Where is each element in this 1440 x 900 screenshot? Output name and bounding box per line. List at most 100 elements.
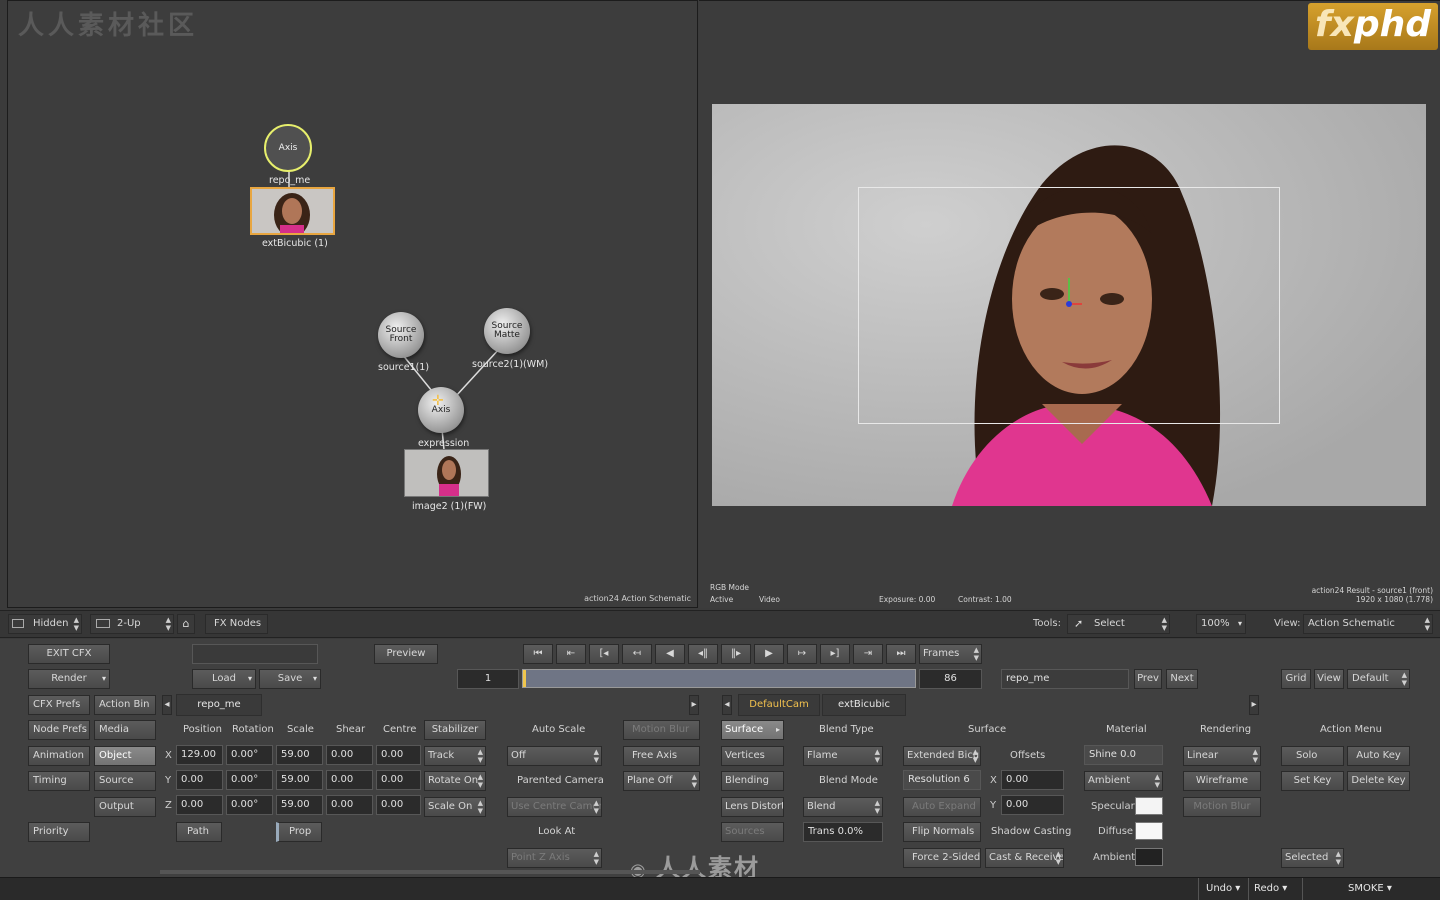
panel-scrollbar[interactable] <box>160 870 700 874</box>
go-to-end-icon[interactable]: ⏭ <box>886 644 916 664</box>
selected-dropdown[interactable]: Selected ▲ ▼ <box>1281 848 1344 868</box>
stop-icon[interactable]: ‖▸ <box>721 644 751 664</box>
render-motion-blur-button[interactable]: Motion Blur <box>1183 797 1261 817</box>
set-key-button[interactable]: Set Key <box>1281 771 1344 791</box>
tab-scroll-left-icon[interactable]: ◂ <box>162 695 172 715</box>
offset-x-field[interactable]: 0.00 <box>1001 770 1064 790</box>
tab-scroll-right-icon[interactable]: ▸ <box>689 695 699 715</box>
sources-button[interactable]: Sources <box>721 822 784 842</box>
next-keyframe-icon[interactable]: ⇥ <box>853 644 883 664</box>
position-z-field[interactable]: 0.00 <box>176 795 223 815</box>
path-button[interactable]: Path <box>176 822 222 842</box>
centre-z-field[interactable]: 0.00 <box>376 795 421 815</box>
in-point-icon[interactable]: [◂ <box>589 644 619 664</box>
scale-z-field[interactable]: 59.00 <box>276 795 323 815</box>
source-button[interactable]: Source <box>94 771 156 791</box>
rotation-x-field[interactable]: 0.00° <box>226 745 273 765</box>
save-dropdown[interactable]: Save ▾ <box>259 669 321 689</box>
scale-y-field[interactable]: 59.00 <box>276 770 323 790</box>
exit-cfx-button[interactable]: EXIT CFX <box>28 644 110 664</box>
timing-button[interactable]: Timing <box>28 771 90 791</box>
play-reverse-icon[interactable]: ◂‖ <box>688 644 718 664</box>
node-name-field[interactable]: repo_me <box>1001 669 1129 689</box>
jump-back-icon[interactable]: ↤ <box>622 644 652 664</box>
wireframe-button[interactable]: Wireframe <box>1183 771 1261 791</box>
jump-forward-icon[interactable]: ↦ <box>787 644 817 664</box>
name-field[interactable] <box>192 644 318 664</box>
auto-key-button[interactable]: Auto Key <box>1347 746 1410 766</box>
blending-button[interactable]: Blending <box>721 771 784 791</box>
auto-scale-dropdown[interactable]: Off ▲ ▼ <box>507 746 602 766</box>
linear-dropdown[interactable]: Linear ▲ ▼ <box>1183 746 1261 766</box>
media-button[interactable]: Media <box>94 720 156 740</box>
home-icon[interactable]: ⌂ <box>177 614 195 634</box>
offset-y-field[interactable]: 0.00 <box>1001 795 1064 815</box>
object-button[interactable]: Object <box>94 746 156 766</box>
shear-x-field[interactable]: 0.00 <box>326 745 373 765</box>
grid-button[interactable]: Grid <box>1281 669 1311 689</box>
fx-nodes-button[interactable]: FX Nodes <box>205 614 268 634</box>
frames-dropdown[interactable]: Frames ▲ ▼ <box>919 644 982 664</box>
position-x-field[interactable]: 129.00 <box>176 745 223 765</box>
load-dropdown[interactable]: Load ▾ <box>192 669 256 689</box>
tab-defaultcam[interactable]: DefaultCam <box>738 694 820 716</box>
plane-off-dropdown[interactable]: Plane Off ▲ ▼ <box>623 771 700 791</box>
result-viewer[interactable]: fxphd RGB Mode Active Video Exposure: 0.… <box>699 0 1440 608</box>
frame-start-field[interactable]: 1 <box>457 669 519 689</box>
shine-field[interactable]: Shine 0.0 <box>1084 745 1163 765</box>
image-node[interactable] <box>404 449 489 497</box>
timeline-scrubber[interactable] <box>522 669 916 688</box>
output-button[interactable]: Output <box>94 797 156 817</box>
scale-x-field[interactable]: 59.00 <box>276 745 323 765</box>
stabilizer-button[interactable]: Stabilizer <box>424 720 486 740</box>
animation-button[interactable]: Animation <box>28 746 90 766</box>
flip-normals-button[interactable]: Flip Normals <box>903 822 981 842</box>
axis-manipulator-icon[interactable] <box>1062 272 1082 312</box>
render-dropdown[interactable]: Render ▾ <box>28 669 110 689</box>
use-centre-camera-dropdown[interactable]: Use Centre Camer ▲ ▼ <box>507 797 602 817</box>
extended-bicubic-dropdown[interactable]: Extended Bicubi ▲ ▼ <box>903 746 981 766</box>
next-button[interactable]: Next <box>1166 669 1198 689</box>
lens-distort-button[interactable]: Lens Distort <box>721 797 784 817</box>
delete-key-button[interactable]: Delete Key <box>1347 771 1410 791</box>
solo-button[interactable]: Solo <box>1281 746 1344 766</box>
shear-z-field[interactable]: 0.00 <box>326 795 373 815</box>
surface-tab-scroll-left-icon[interactable]: ◂ <box>722 695 732 715</box>
undo-button[interactable]: Undo ▾ <box>1206 883 1240 894</box>
step-forward-icon[interactable]: ▶ <box>754 644 784 664</box>
rotation-y-field[interactable]: 0.00° <box>226 770 273 790</box>
priority-button[interactable]: Priority <box>28 822 90 842</box>
vertices-button[interactable]: Vertices <box>721 746 784 766</box>
source-matte-node[interactable]: Source Matte <box>484 308 530 354</box>
shear-y-field[interactable]: 0.00 <box>326 770 373 790</box>
resolution-field[interactable]: Resolution 6 <box>903 770 981 790</box>
view-button[interactable]: View <box>1314 669 1344 689</box>
position-y-field[interactable]: 0.00 <box>176 770 223 790</box>
cast-receive-dropdown[interactable]: Cast & Receive ▲ ▼ <box>985 848 1064 868</box>
track-toggle[interactable]: Track ▲ ▼ <box>424 746 486 766</box>
redo-button[interactable]: Redo ▾ <box>1254 883 1287 894</box>
centre-x-field[interactable]: 0.00 <box>376 745 421 765</box>
auto-expand-button[interactable]: Auto Expand <box>903 797 981 817</box>
prev-button[interactable]: Prev <box>1134 669 1162 689</box>
view-dropdown[interactable]: Action Schematic ▲ ▼ <box>1303 614 1433 634</box>
transparency-field[interactable]: Trans 0.0% <box>803 822 883 842</box>
surface-button[interactable]: Surface ▸ <box>721 720 784 740</box>
tab-extbicubic[interactable]: extBicubic <box>822 694 906 716</box>
preview-button[interactable]: Preview <box>374 644 438 664</box>
scale-on-toggle[interactable]: Scale On ▲ ▼ <box>424 797 486 817</box>
surface-tab-scroll-right-icon[interactable]: ▸ <box>1249 695 1259 715</box>
default-dropdown[interactable]: Default ▲ ▼ <box>1347 669 1410 689</box>
blend-type-dropdown[interactable]: Flame ▲ ▼ <box>803 746 883 766</box>
ambient-color-swatch[interactable] <box>1135 848 1163 866</box>
app-menu-button[interactable]: SMOKE ▾ <box>1348 883 1392 894</box>
cfx-prefs-button[interactable]: CFX Prefs <box>28 695 90 715</box>
zoom-dropdown[interactable]: 100% ▾ <box>1196 614 1246 634</box>
blend-mode-dropdown[interactable]: Blend ▲ ▼ <box>803 797 883 817</box>
action-bin-button[interactable]: Action Bin <box>94 695 156 715</box>
previous-keyframe-icon[interactable]: ⇤ <box>556 644 586 664</box>
go-to-start-icon[interactable]: ⏮ <box>523 644 553 664</box>
out-point-icon[interactable]: ▸] <box>820 644 850 664</box>
source-front-node[interactable]: Source Front <box>378 312 424 358</box>
tab-repo-me[interactable]: repo_me <box>176 694 262 716</box>
